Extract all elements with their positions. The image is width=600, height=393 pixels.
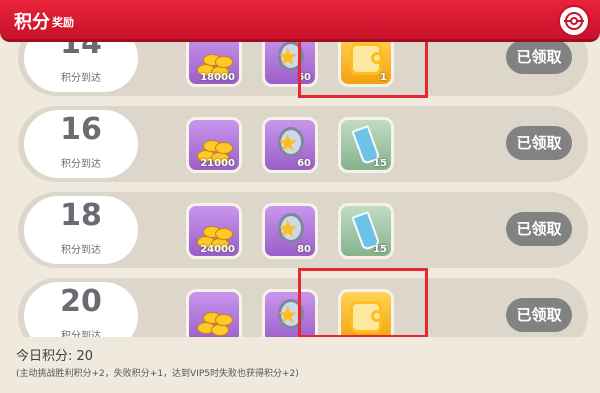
reward-item-coins[interactable]: 24000 — [186, 203, 242, 259]
item-quantity: 21000 — [200, 158, 235, 169]
footer-panel: 今日积分: 20 (主动挑战胜利积分+2，失败积分+1，达到VIP5时失败也获得… — [0, 337, 600, 393]
reward-item-badge[interactable]: ★ 60 — [262, 117, 318, 173]
item-quantity: 24000 — [200, 244, 235, 255]
score-rules: (主动挑战胜利积分+2，失败积分+1，达到VIP5时失败也获得积分+2) — [16, 369, 299, 379]
claimed-button[interactable]: 已领取 — [506, 126, 572, 160]
claimed-button[interactable]: 已领取 — [506, 298, 572, 332]
score-pill: 16 积分到达 — [24, 110, 138, 178]
header-title: 积分 — [14, 12, 50, 33]
reward-item-drink[interactable]: 15 — [338, 117, 394, 173]
item-quantity: 18000 — [200, 72, 235, 83]
highlight-box — [298, 42, 428, 98]
score-label: 积分到达 — [61, 159, 101, 170]
score-label: 积分到达 — [61, 245, 101, 256]
reward-item-coins[interactable]: 18000 — [186, 42, 242, 87]
claimed-button[interactable]: 已领取 — [506, 212, 572, 246]
reward-item-drink[interactable]: 15 — [338, 203, 394, 259]
reward-row: 18 积分到达 24000 ★ 80 15 已领取 — [18, 192, 588, 268]
item-quantity: 80 — [297, 244, 311, 255]
item-quantity: 15 — [373, 158, 387, 169]
reward-row: 16 积分到达 21000 ★ 60 15 已领取 — [18, 106, 588, 182]
item-quantity: 60 — [297, 158, 311, 169]
score-value: 18 — [60, 198, 102, 233]
score-value: 14 — [60, 42, 102, 61]
highlight-box — [298, 268, 428, 337]
close-button[interactable] — [558, 5, 590, 37]
reward-item-coins[interactable] — [186, 289, 242, 337]
header-bar: 积分 奖励 — [0, 0, 600, 42]
score-pill: 14 积分到达 — [24, 42, 138, 92]
reward-item-coins[interactable]: 21000 — [186, 117, 242, 173]
score-pill: 18 积分到达 — [24, 196, 138, 264]
claimed-button[interactable]: 已领取 — [506, 42, 572, 74]
score-value: 16 — [60, 112, 102, 147]
score-label: 积分到达 — [61, 331, 101, 337]
today-score: 今日积分: 20 — [16, 349, 94, 364]
score-value: 20 — [60, 284, 102, 319]
reward-item-badge[interactable]: ★ 80 — [262, 203, 318, 259]
item-quantity: 15 — [373, 244, 387, 255]
header-subtitle: 奖励 — [52, 16, 74, 29]
reward-list[interactable]: 14 积分到达 18000 ★ 60 1 已领取 16 积分到达 21000 ★… — [0, 42, 600, 337]
score-label: 积分到达 — [61, 73, 101, 84]
score-pill: 20 积分到达 — [24, 282, 138, 337]
